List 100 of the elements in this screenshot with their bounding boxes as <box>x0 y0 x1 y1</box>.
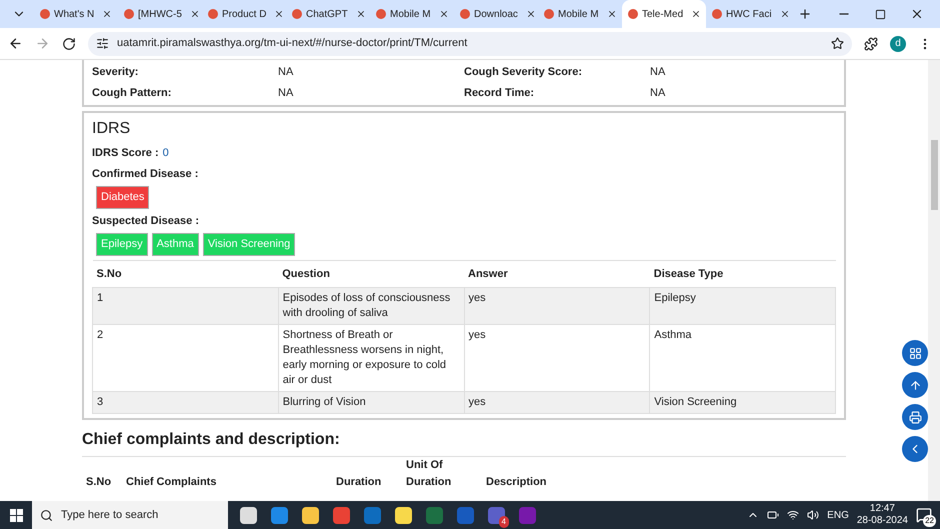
field-label: Suspected Disease : <box>92 214 200 228</box>
tab-title: Downloac <box>474 8 518 22</box>
volume-icon[interactable] <box>807 509 820 521</box>
site-icon <box>208 9 218 19</box>
browser-tab[interactable]: [MHWC-5 <box>118 0 202 28</box>
table-cell: Epilepsy <box>650 288 836 324</box>
notification-button[interactable]: 22 <box>916 507 932 523</box>
table-cell: yes <box>464 288 650 324</box>
field-value: NA <box>278 86 294 100</box>
field-value: NA <box>650 65 666 80</box>
close-icon[interactable] <box>780 9 790 19</box>
disease-tag: Asthma <box>152 233 199 256</box>
column-header: Chief Complaints <box>126 474 218 490</box>
disease-tag: Vision Screening <box>202 233 296 256</box>
column-header: S.No <box>86 474 112 490</box>
column-header: S.No <box>92 260 278 288</box>
language-indicator[interactable]: ENG <box>827 508 849 522</box>
browser-tab[interactable]: Product D <box>202 0 286 28</box>
restore-icon[interactable] <box>875 9 886 20</box>
table-cell: yes <box>464 392 650 414</box>
print-icon <box>908 410 922 424</box>
close-icon[interactable] <box>910 7 924 21</box>
tab-title: HWC Faci <box>726 8 772 22</box>
browser-tab[interactable]: Downloac <box>454 0 538 28</box>
column-header: Disease Type <box>650 260 836 288</box>
close-icon[interactable] <box>606 9 617 19</box>
browser-tab[interactable]: Tele-Med <box>622 0 706 28</box>
close-icon[interactable] <box>691 9 702 19</box>
field-label: Cough Severity Score: <box>464 65 583 80</box>
tab-title: What's N <box>54 8 94 22</box>
browser-tab[interactable]: Mobile M <box>538 0 622 28</box>
extensions-icon[interactable] <box>864 36 878 50</box>
field-value: NA <box>650 86 666 100</box>
taskbar-app-icon[interactable] <box>302 506 319 524</box>
column-header: Answer <box>464 260 650 288</box>
grid-button[interactable] <box>902 340 928 366</box>
table-cell: 1 <box>92 288 278 324</box>
search-placeholder: Type here to search <box>61 508 158 523</box>
site-icon <box>712 9 722 19</box>
site-icon <box>544 9 554 19</box>
notification-badge: 4 <box>498 516 509 528</box>
site-icon <box>460 9 470 19</box>
table-cell: Episodes of loss of consciousness with drooling of saliva <box>278 288 464 324</box>
field-value: NA <box>278 65 294 80</box>
reload-icon[interactable] <box>62 36 76 50</box>
address-bar[interactable]: uatamrit.piramalswasthya.org/tm-ui-next/#/nurse-doctor/print/TM/current <box>88 32 852 56</box>
site-icon <box>628 9 638 19</box>
browser-tab[interactable]: Mobile M <box>370 0 454 28</box>
browser-tab[interactable]: What's N <box>34 0 118 28</box>
tab-title: Mobile M <box>558 8 599 22</box>
disease-tag: Diabetes <box>96 186 150 208</box>
print-button[interactable] <box>902 404 928 430</box>
battery-icon[interactable] <box>767 509 780 521</box>
clock-date[interactable]: 28-08-2024 <box>856 515 908 527</box>
close-icon[interactable] <box>274 9 284 19</box>
section-title: Chief complaints and description: <box>82 428 846 457</box>
tab-title: [MHWC-5 <box>138 8 182 22</box>
field-label: Cough Pattern: <box>92 86 172 100</box>
field-label: Severity: <box>92 65 140 80</box>
column-header: Description <box>486 474 548 490</box>
browser-tab[interactable]: HWC Faci <box>706 0 790 28</box>
arrow-up-icon <box>908 378 922 392</box>
new-tab-icon[interactable] <box>798 7 812 21</box>
profile-avatar[interactable]: d <box>890 36 906 52</box>
search-icon <box>40 508 53 522</box>
taskbar-app-icon[interactable] <box>395 506 412 524</box>
field-label: IDRS Score : <box>92 146 159 161</box>
grid-icon <box>908 346 922 360</box>
notification-count: 22 <box>923 515 936 527</box>
tab-title: Tele-Med <box>642 8 684 22</box>
back-button[interactable] <box>902 436 928 462</box>
field-label: Confirmed Disease : <box>92 166 200 182</box>
tab-title: ChatGPT <box>306 8 348 22</box>
site-icon <box>292 9 302 19</box>
site-icon <box>124 9 134 19</box>
scroll-up-button[interactable] <box>902 372 928 398</box>
scrollbar[interactable] <box>928 60 940 501</box>
site-icon <box>40 9 50 19</box>
close-icon[interactable] <box>190 9 200 19</box>
site-icon <box>376 9 386 19</box>
table-cell: 3 <box>92 392 278 414</box>
close-icon[interactable] <box>102 9 112 19</box>
taskbar-search[interactable]: Type here to search <box>32 501 228 529</box>
close-icon[interactable] <box>438 9 449 19</box>
column-header: Unit Of Duration <box>406 458 452 490</box>
column-header: Question <box>278 260 464 288</box>
site-settings-icon[interactable] <box>96 37 109 50</box>
url-text: uatamrit.piramalswasthya.org/tm-ui-next/#/nurse-doctor/print/TM/current <box>117 36 468 52</box>
chat-bubble-icon <box>916 507 932 523</box>
disease-tag: Epilepsy <box>96 233 148 256</box>
bookmark-icon[interactable] <box>831 37 844 50</box>
close-icon[interactable] <box>526 9 536 19</box>
column-header: Duration <box>336 474 382 490</box>
back-icon[interactable] <box>8 36 23 51</box>
taskbar-app-icon[interactable] <box>240 506 257 524</box>
browser-tab[interactable]: ChatGPT <box>286 0 370 28</box>
field-label: Record Time: <box>464 86 536 100</box>
close-icon[interactable] <box>356 9 366 19</box>
tab-title: Mobile M <box>390 8 431 22</box>
clock-time[interactable]: 12:47 <box>870 503 895 515</box>
